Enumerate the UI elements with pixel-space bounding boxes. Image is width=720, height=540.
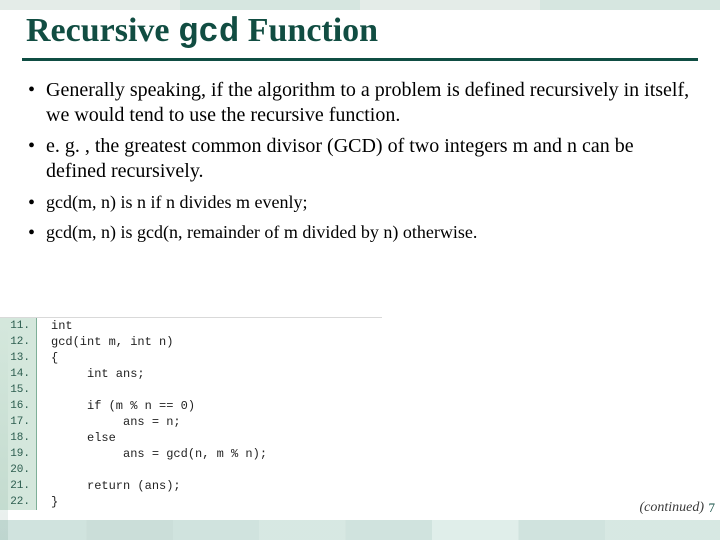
code-src: int xyxy=(37,318,73,334)
code-src: if (m % n == 0) xyxy=(37,398,195,414)
line-number: 17. xyxy=(0,414,37,430)
title-rule xyxy=(22,58,698,61)
code-src: ans = n; xyxy=(37,414,181,430)
line-number: 22. xyxy=(0,494,37,510)
title-code: gcd xyxy=(178,14,239,52)
line-number: 18. xyxy=(0,430,37,446)
code-row: 22.} xyxy=(0,494,382,510)
code-row: 16. if (m % n == 0) xyxy=(0,398,382,414)
title-text-1: Recursive xyxy=(26,12,178,49)
bullet-2: e. g. , the greatest common divisor (GCD… xyxy=(28,134,692,184)
bullet-1-text: Generally speaking, if the algorithm to … xyxy=(46,79,689,126)
subbullet-1: gcd(m, n) is n if n divides m evenly; xyxy=(28,190,692,214)
line-number: 14. xyxy=(0,366,37,382)
code-src: else xyxy=(37,430,116,446)
code-row: 20. xyxy=(0,462,382,478)
code-row: 12.gcd(int m, int n) xyxy=(0,334,382,350)
code-src: return (ans); xyxy=(37,478,181,494)
code-row: 17. ans = n; xyxy=(0,414,382,430)
code-src: int ans; xyxy=(37,366,145,382)
subbullet-1-text: gcd(m, n) is n if n divides m evenly; xyxy=(46,192,307,212)
line-number: 12. xyxy=(0,334,37,350)
code-row: 13.{ xyxy=(0,350,382,366)
subbullet-2: gcd(m, n) is gcd(n, remainder of m divid… xyxy=(28,220,692,244)
line-number: 16. xyxy=(0,398,37,414)
title-text-2: Function xyxy=(248,12,378,49)
subbullet-2-text: gcd(m, n) is gcd(n, remainder of m divid… xyxy=(46,222,477,242)
line-number: 13. xyxy=(0,350,37,366)
line-number: 19. xyxy=(0,446,37,462)
slide: Recursive gcd Function Generally speakin… xyxy=(0,0,720,540)
code-row: 18. else xyxy=(0,430,382,446)
code-src: { xyxy=(37,350,58,366)
code-block: 11.int 12.gcd(int m, int n) 13.{ 14. int… xyxy=(0,317,382,510)
code-src: ans = gcd(n, m % n); xyxy=(37,446,267,462)
page-number: 7 xyxy=(709,500,716,516)
slide-title: Recursive gcd Function xyxy=(26,12,378,52)
code-row: 11.int xyxy=(0,318,382,334)
code-src: gcd(int m, int n) xyxy=(37,334,173,350)
bottom-decoration xyxy=(0,520,720,540)
line-number: 20. xyxy=(0,462,37,478)
top-decoration xyxy=(0,0,720,10)
code-row: 21. return (ans); xyxy=(0,478,382,494)
line-number: 21. xyxy=(0,478,37,494)
continued-label: (continued) xyxy=(639,500,704,516)
code-row: 15. xyxy=(0,382,382,398)
line-number: 15. xyxy=(0,382,37,398)
code-row: 19. ans = gcd(n, m % n); xyxy=(0,446,382,462)
code-src: } xyxy=(37,494,58,510)
bullet-1: Generally speaking, if the algorithm to … xyxy=(28,78,692,128)
bullet-2-text: e. g. , the greatest common divisor (GCD… xyxy=(46,135,634,182)
line-number: 11. xyxy=(0,318,37,334)
code-row: 14. int ans; xyxy=(0,366,382,382)
body: Generally speaking, if the algorithm to … xyxy=(28,78,692,251)
